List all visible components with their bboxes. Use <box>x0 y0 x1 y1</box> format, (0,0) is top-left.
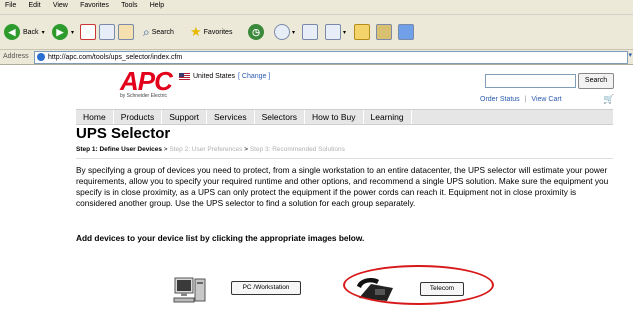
menu-view[interactable]: View <box>48 0 73 9</box>
refresh-icon <box>99 24 115 40</box>
menu-file[interactable]: File <box>0 0 21 9</box>
country-selector: United States [ Change ] <box>179 73 270 80</box>
home-button[interactable] <box>118 23 134 41</box>
stop-icon <box>80 24 96 40</box>
search-button[interactable]: ⌕ Search <box>143 23 174 41</box>
search-input[interactable] <box>485 74 576 88</box>
intro-description: By specifying a group of devices you nee… <box>76 165 609 208</box>
favorites-button[interactable]: ★ Favorites <box>190 23 232 41</box>
header-links: Order Status | View Cart <box>480 96 562 103</box>
edit-button[interactable]: ▾ <box>325 23 346 41</box>
order-status-link[interactable]: Order Status <box>480 96 520 103</box>
change-country-link[interactable]: [ Change ] <box>238 73 270 80</box>
nav-support[interactable]: Support <box>162 110 208 124</box>
chevron-down-icon: ▾ <box>292 29 296 36</box>
chevron-down-icon: ▾ <box>71 29 75 36</box>
browser-menu-bar: File Edit View Favorites Tools Help <box>0 0 633 15</box>
apc-logo[interactable]: APC by Schneider Electric <box>120 66 173 99</box>
back-arrow-icon: ◀ <box>4 24 20 40</box>
link-separator: | <box>524 96 527 103</box>
chevron-down-icon[interactable]: ▾ <box>628 51 632 59</box>
search-icon: ⌕ <box>143 24 150 39</box>
nav-selectors[interactable]: Selectors <box>255 110 306 124</box>
folder-button[interactable] <box>354 23 370 41</box>
us-flag-icon <box>179 73 190 80</box>
research-button[interactable] <box>376 23 392 41</box>
nav-services[interactable]: Services <box>207 110 255 124</box>
menu-tools[interactable]: Tools <box>116 0 142 9</box>
page-content: APC by Schneider Electric United States … <box>0 65 633 331</box>
address-bar: Address http://apc.com/tools/ups_selecto… <box>0 50 633 65</box>
ie-page-icon <box>37 53 45 61</box>
forward-arrow-icon: ▶ <box>52 24 68 40</box>
mail-icon <box>274 24 290 40</box>
print-button[interactable] <box>302 23 318 41</box>
main-nav: Home Products Support Services Selectors… <box>76 109 613 125</box>
chevron-down-icon: ▾ <box>41 29 45 36</box>
messenger-icon <box>398 24 414 40</box>
nav-learning[interactable]: Learning <box>364 110 412 124</box>
view-cart-link[interactable]: View Cart <box>531 96 561 103</box>
back-label: Back <box>23 28 39 36</box>
add-devices-prompt: Add devices to your device list by click… <box>76 233 365 243</box>
cart-icon[interactable]: 🛒 <box>603 94 614 105</box>
country-name: United States <box>193 73 236 80</box>
messenger-button[interactable] <box>398 23 414 41</box>
nav-products[interactable]: Products <box>114 110 163 124</box>
research-icon <box>376 24 392 40</box>
logo-mark: APC <box>120 66 173 96</box>
history-icon: ◷ <box>248 24 264 40</box>
back-button[interactable]: ◀ Back ▾ <box>4 23 45 41</box>
edit-icon <box>325 24 341 40</box>
forward-button[interactable]: ▶ ▾ <box>52 23 74 41</box>
browser-toolbar: ◀ Back ▾ ▶ ▾ ⌕ Search ★ Favorites ◷ ▾ ▾ <box>0 15 633 50</box>
step-2: Step 2: User Preferences <box>169 146 243 153</box>
step-breadcrumb: Step 1: Define User Devices > Step 2: Us… <box>76 146 345 153</box>
mail-button[interactable]: ▾ <box>274 23 295 41</box>
address-url: http://apc.com/tools/ups_selector/index.… <box>48 54 183 61</box>
nav-how-to-buy[interactable]: How to Buy <box>305 110 364 124</box>
pc-workstation-icon[interactable] <box>173 276 213 306</box>
search-label: Search <box>151 28 174 36</box>
menu-edit[interactable]: Edit <box>24 0 46 9</box>
menu-help[interactable]: Help <box>145 0 169 9</box>
menu-favorites[interactable]: Favorites <box>75 0 114 9</box>
step-3: Step 3: Recommended Solutions <box>249 146 345 153</box>
step-arrow: > <box>244 146 248 153</box>
home-icon <box>118 24 134 40</box>
chevron-down-icon: ▾ <box>343 29 347 36</box>
print-icon <box>302 24 318 40</box>
refresh-button[interactable] <box>99 23 115 41</box>
nav-home[interactable]: Home <box>76 110 114 124</box>
folder-icon <box>354 24 370 40</box>
star-icon: ★ <box>190 24 202 39</box>
history-button[interactable]: ◷ <box>248 23 264 41</box>
highlight-ellipse <box>343 265 494 305</box>
step-arrow: > <box>163 146 168 153</box>
logo-subtitle: by Schneider Electric <box>120 93 167 99</box>
step-1: Step 1: Define User Devices <box>76 146 162 153</box>
site-search-button[interactable]: Search <box>578 73 614 89</box>
divider <box>76 158 613 159</box>
stop-button[interactable] <box>80 23 96 41</box>
address-label: Address <box>3 53 29 60</box>
pc-workstation-button[interactable]: PC /Workstation <box>231 281 301 295</box>
page-title: UPS Selector <box>76 125 171 142</box>
favorites-label: Favorites <box>203 28 233 36</box>
address-input[interactable]: http://apc.com/tools/ups_selector/index.… <box>34 51 628 64</box>
